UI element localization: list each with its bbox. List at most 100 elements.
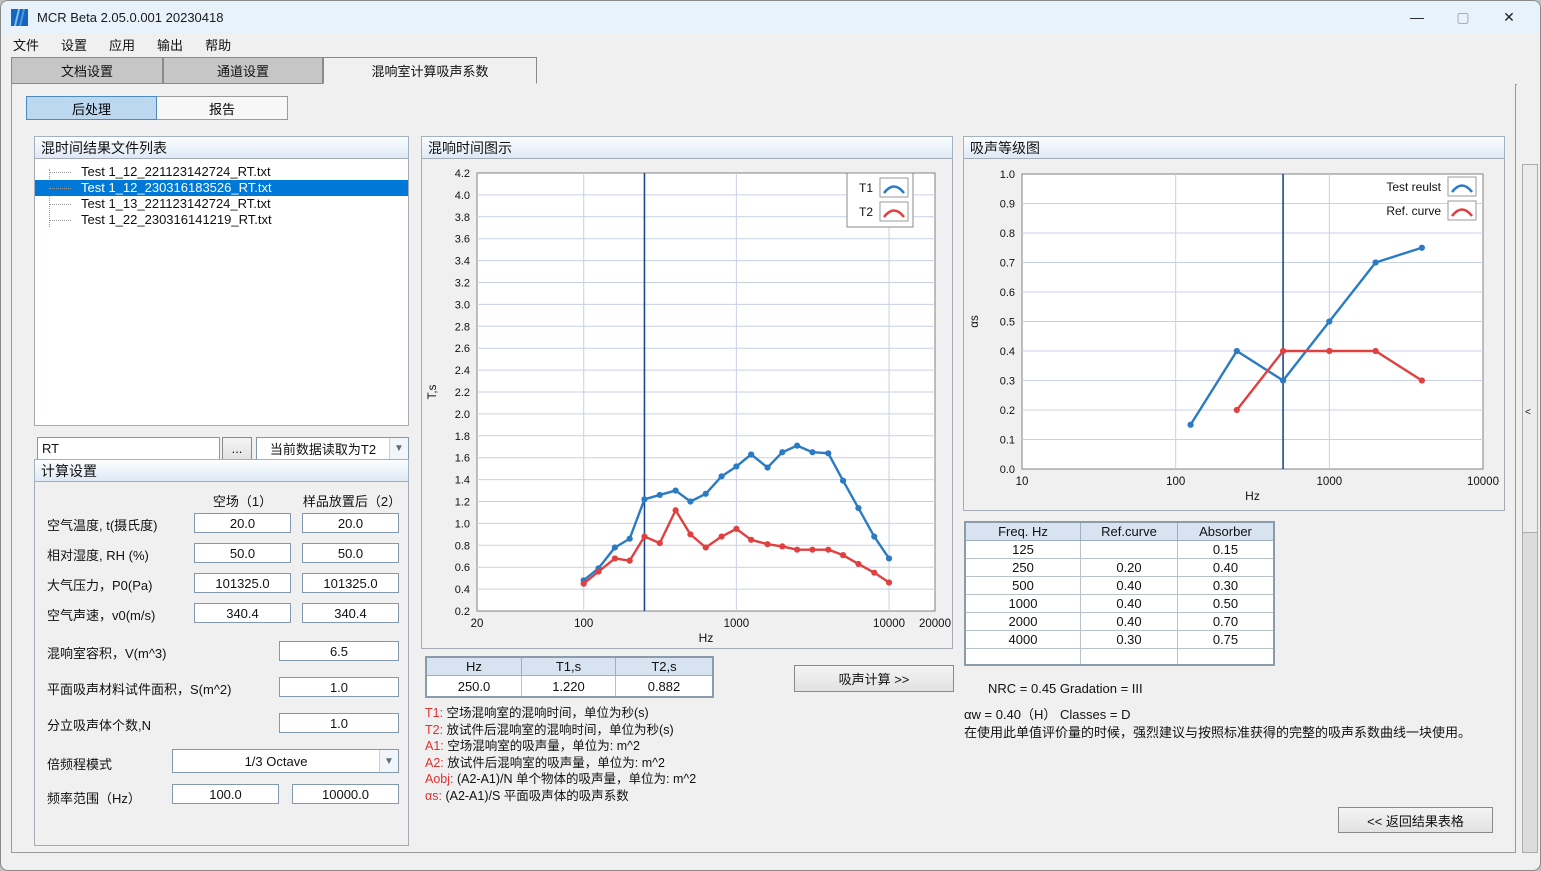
advice-text: 在使用此单值评价量的时候，强烈建议与按照标准获得的完整的吸声系数曲线一块使用。 (964, 722, 1471, 741)
rt-chart-frame: 0.20.40.60.81.01.21.41.61.82.02.22.42.62… (421, 158, 953, 649)
calc-settings-header: 计算设置 (34, 459, 409, 482)
svg-text:10: 10 (1016, 476, 1029, 488)
field-label: 相对湿度, RH (%) (47, 545, 149, 564)
field-input[interactable] (279, 677, 399, 697)
field-input-1[interactable] (194, 543, 291, 563)
field-input[interactable] (279, 641, 399, 661)
main-tab-1[interactable]: 通道设置 (163, 57, 323, 84)
note-line: A1: 空场混响室的吸声量，单位为: m^2 (425, 738, 755, 755)
rt-chart[interactable]: 0.20.40.60.81.01.21.41.61.82.02.22.42.62… (423, 160, 951, 647)
data-read-combo[interactable]: 当前数据读取为T2 ▼ (256, 437, 409, 460)
svg-text:0.5: 0.5 (1000, 317, 1015, 329)
svg-text:1.2: 1.2 (455, 497, 470, 509)
screen: MCR Beta 2.05.0.001 20230418 — ▢ ✕ 文件设置应… (0, 0, 1541, 871)
svg-text:3.8: 3.8 (455, 212, 470, 224)
table-header: T1,s (522, 657, 616, 676)
field-input-2[interactable] (302, 513, 399, 533)
svg-text:T1: T1 (859, 181, 873, 195)
minimize-button[interactable]: — (1394, 2, 1440, 32)
freq-range-label: 频率范围（Hz） (47, 788, 141, 807)
menu-bar: 文件设置应用输出帮助 (1, 33, 1540, 56)
list-item[interactable]: Test 1_13_221123142724_RT.txt (35, 196, 408, 212)
grade-chart-header: 吸声等级图 (963, 136, 1505, 159)
svg-text:1.6: 1.6 (455, 453, 470, 465)
menu-item-3[interactable]: 输出 (147, 33, 193, 56)
tab-strip: 文档设置通道设置混响室计算吸声系数 (11, 57, 537, 85)
freq-min-input[interactable] (172, 784, 279, 804)
svg-text:Hz: Hz (699, 631, 714, 645)
table-row: 20000.400.70 (965, 613, 1274, 631)
svg-text:T,s: T,s (427, 384, 439, 399)
absorption-calc-button[interactable]: 吸声计算 >> (794, 665, 954, 692)
freq-max-input[interactable] (292, 784, 399, 804)
list-item[interactable]: Test 1_22_230316141219_RT.txt (35, 212, 408, 228)
legend-notes: T1: 空场混响室的混响时间，单位为秒(s)T2: 放试件后混响室的混响时间，单… (425, 705, 755, 804)
main-tab-0[interactable]: 文档设置 (11, 57, 163, 84)
menu-item-4[interactable]: 帮助 (195, 33, 241, 56)
svg-text:1000: 1000 (724, 618, 750, 630)
svg-text:0.0: 0.0 (1000, 464, 1015, 476)
field-input-2[interactable] (302, 603, 399, 623)
collapse-strip[interactable]: < (1522, 164, 1538, 853)
chevron-down-icon: ▼ (389, 438, 408, 459)
svg-text:0.2: 0.2 (1000, 405, 1015, 417)
close-button[interactable]: ✕ (1486, 2, 1532, 32)
svg-text:Test reulst: Test reulst (1386, 180, 1441, 194)
svg-text:0.4: 0.4 (1000, 346, 1015, 358)
tab-report[interactable]: 报告 (157, 96, 288, 120)
svg-text:4.2: 4.2 (455, 168, 470, 180)
tab-postprocess[interactable]: 后处理 (26, 96, 157, 120)
file-list[interactable]: Test 1_12_221123142724_RT.txtTest 1_12_2… (34, 158, 409, 426)
svg-text:2.8: 2.8 (455, 321, 470, 333)
maximize-button[interactable]: ▢ (1440, 2, 1486, 32)
svg-text:20: 20 (471, 618, 484, 630)
note-line: A2: 放试件后混响室的吸声量，单位为: m^2 (425, 755, 755, 772)
list-item[interactable]: Test 1_12_221123142724_RT.txt (35, 164, 408, 180)
field-input-2[interactable] (302, 543, 399, 563)
field-label: 空气声速，v0(m/s) (47, 605, 155, 624)
browse-button[interactable]: ... (222, 437, 252, 460)
svg-text:Ref. curve: Ref. curve (1386, 204, 1441, 218)
field-input-1[interactable] (194, 573, 291, 593)
table-row (965, 649, 1274, 666)
list-item[interactable]: Test 1_12_230316183526_RT.txt (35, 180, 408, 196)
field-input-2[interactable] (302, 573, 399, 593)
field-input-1[interactable] (194, 513, 291, 533)
column-header-with-sample: 样品放置后（2） (302, 491, 402, 510)
menu-item-0[interactable]: 文件 (3, 33, 49, 56)
field-input[interactable] (279, 713, 399, 733)
rt-chart-header: 混响时间图示 (421, 136, 953, 159)
svg-text:0.6: 0.6 (1000, 287, 1015, 299)
octave-combo[interactable]: 1/3 Octave ▼ (172, 749, 399, 773)
svg-text:0.3: 0.3 (1000, 376, 1015, 388)
svg-text:0.2: 0.2 (455, 606, 470, 618)
main-tab-2[interactable]: 混响室计算吸声系数 (323, 57, 537, 84)
field-label: 平面吸声材料试件面积，S(m^2) (47, 679, 232, 698)
back-to-results-button[interactable]: << 返回结果表格 (1338, 807, 1493, 833)
field-input-1[interactable] (194, 603, 291, 623)
svg-text:20000: 20000 (919, 618, 951, 630)
svg-text:0.9: 0.9 (1000, 199, 1015, 211)
svg-text:0.4: 0.4 (455, 584, 470, 596)
menu-item-1[interactable]: 设置 (51, 33, 97, 56)
window-title: MCR Beta 2.05.0.001 20230418 (37, 10, 223, 25)
svg-text:2.2: 2.2 (455, 387, 470, 399)
svg-text:3.4: 3.4 (455, 256, 470, 268)
table-row: 1250.15 (965, 541, 1274, 559)
svg-text:2.6: 2.6 (455, 343, 470, 355)
rt-value-table: HzT1,sT2,s250.01.2200.882 (425, 656, 714, 698)
note-line: Aobj: (A2-A1)/N 单个物体的吸声量，单位为: m^2 (425, 771, 755, 788)
menu-item-2[interactable]: 应用 (99, 33, 145, 56)
note-line: T1: 空场混响室的混响时间，单位为秒(s) (425, 705, 755, 722)
table-row: 5000.400.30 (965, 577, 1274, 595)
rt-name-input[interactable] (37, 437, 220, 460)
app-icon (11, 9, 28, 26)
grade-chart[interactable]: 0.00.10.20.30.40.50.60.70.80.91.01010010… (965, 160, 1503, 509)
svg-text:0.7: 0.7 (1000, 258, 1015, 270)
svg-text:100: 100 (1166, 476, 1185, 488)
svg-text:10000: 10000 (1467, 476, 1499, 488)
svg-text:3.2: 3.2 (455, 278, 470, 290)
field-label: 大气压力，P0(Pa) (47, 575, 152, 594)
table-header: Ref.curve (1081, 522, 1178, 541)
svg-text:T2: T2 (859, 205, 873, 219)
